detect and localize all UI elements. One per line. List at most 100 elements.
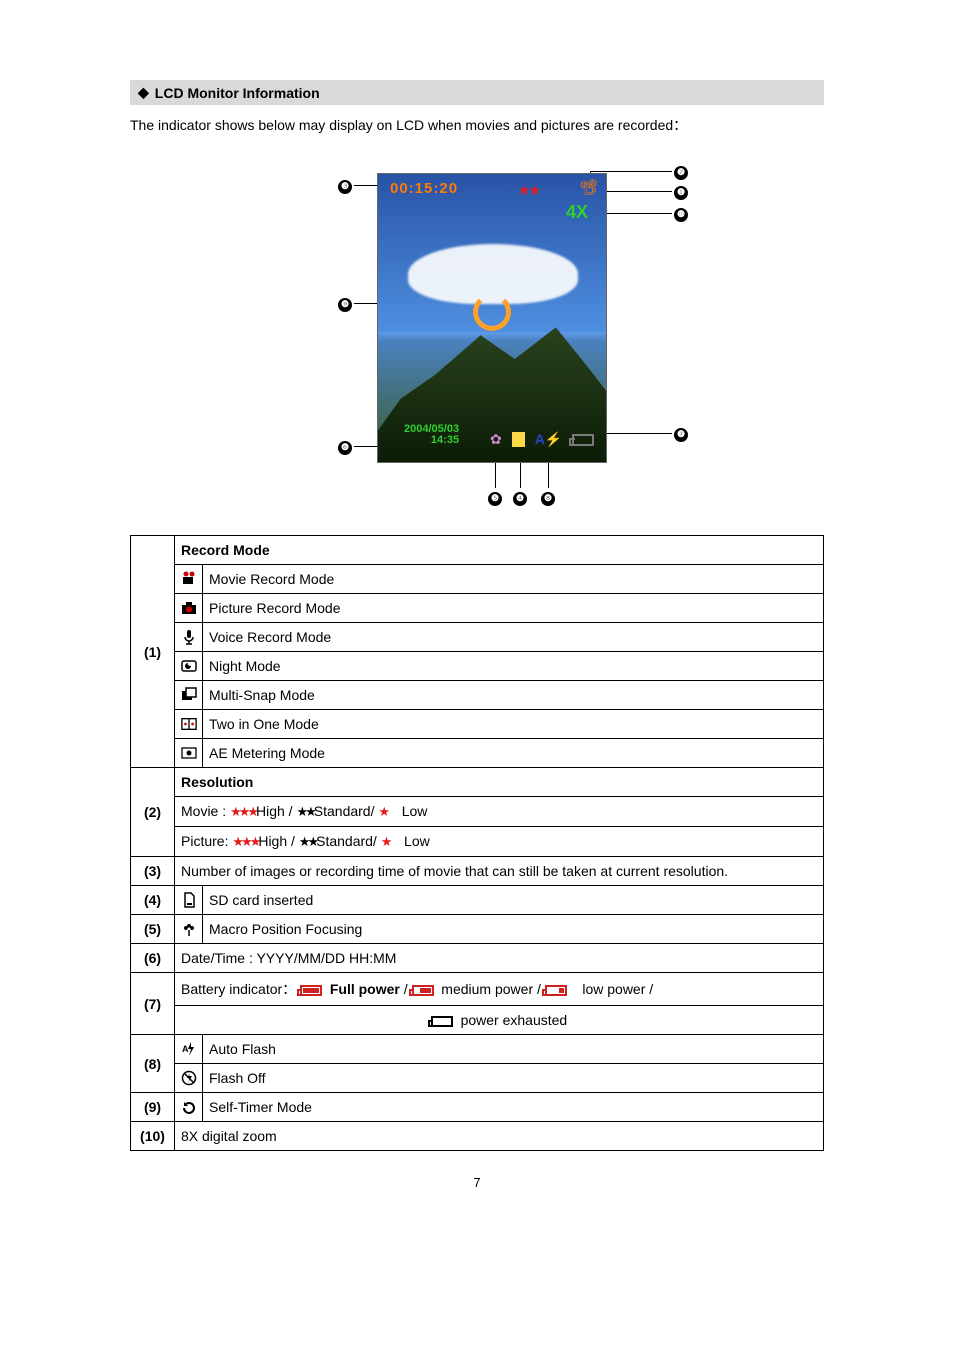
one-star-icon: ★ — [381, 834, 393, 849]
row-num: (9) — [131, 1093, 175, 1122]
camera-icon — [175, 594, 203, 623]
label: High / — [256, 803, 293, 819]
table-row: power exhausted — [131, 1006, 824, 1035]
two-star-icon: ★★ — [299, 834, 316, 849]
cell: Movie Record Mode — [203, 565, 824, 594]
table-row: Two in One Mode — [131, 710, 824, 739]
label: Battery indicator： — [181, 981, 296, 997]
table-row: (4) SD card inserted — [131, 886, 824, 915]
table-row: (8) A Auto Flash — [131, 1035, 824, 1064]
table-row: Movie Record Mode — [131, 565, 824, 594]
cell: SD card inserted — [203, 886, 824, 915]
label: Movie : — [181, 803, 226, 819]
overlay-bottom-row: ✿ A⚡ — [490, 431, 594, 448]
callout-9: ❾ — [338, 298, 352, 312]
cell: Picture Record Mode — [203, 594, 824, 623]
movie-mode-icon: 📽 — [579, 178, 598, 196]
indicators-table: (1) Record Mode Movie Record Mode Pictur… — [130, 535, 824, 1151]
row-num: (2) — [131, 768, 175, 857]
table-row: Flash Off — [131, 1064, 824, 1093]
label: Picture: — [181, 833, 228, 849]
intro-paragraph: The indicator shows below may display on… — [130, 109, 824, 153]
sd-icon — [512, 432, 525, 447]
callout-7: ❼ — [674, 428, 688, 442]
table-row: Movie : ★★★High / ★★Standard/ ★ Low — [131, 797, 824, 827]
flash-icon: A⚡ — [535, 431, 563, 448]
row-num: (1) — [131, 536, 175, 768]
overlay-zoom: 4X — [566, 202, 588, 223]
label: Low — [402, 803, 428, 819]
table-row: Picture: ★★★High / ★★Standard/ ★ Low — [131, 827, 824, 857]
flash-off-icon — [175, 1064, 203, 1093]
cell: Picture: ★★★High / ★★Standard/ ★ Low — [175, 827, 824, 857]
macro-icon: ✿ — [490, 431, 502, 448]
row-num: (6) — [131, 944, 175, 973]
row-num: (3) — [131, 857, 175, 886]
label: low power / — [582, 981, 653, 997]
diamond-icon: ◆ — [138, 84, 149, 101]
three-star-icon: ★★★ — [230, 804, 256, 819]
row-header: Resolution — [175, 768, 824, 797]
one-star-icon: ★ — [378, 804, 390, 819]
mic-icon — [175, 623, 203, 652]
row-num: (7) — [131, 973, 175, 1035]
table-row: (6) Date/Time : YYYY/MM/DD HH:MM — [131, 944, 824, 973]
cell: Macro Position Focusing — [203, 915, 824, 944]
table-row: Voice Record Mode — [131, 623, 824, 652]
multi-snap-icon — [175, 681, 203, 710]
label: Standard/ — [316, 833, 377, 849]
callout-1: ❶ — [674, 186, 688, 200]
label: power exhausted — [461, 1012, 568, 1028]
cell: Number of images or recording time of mo… — [175, 857, 824, 886]
cell: Flash Off — [203, 1064, 824, 1093]
two-in-one-icon — [175, 710, 203, 739]
table-row: (9) Self-Timer Mode — [131, 1093, 824, 1122]
overlay-time: 00:15:20 — [390, 180, 458, 197]
cell: Voice Record Mode — [203, 623, 824, 652]
row-num: (5) — [131, 915, 175, 944]
table-row: Night Mode — [131, 652, 824, 681]
cell: Self-Timer Mode — [203, 1093, 824, 1122]
cell: Date/Time : YYYY/MM/DD HH:MM — [175, 944, 824, 973]
cell: power exhausted — [175, 1006, 824, 1035]
table-row: (10) 8X digital zoom — [131, 1122, 824, 1151]
cell: Two in One Mode — [203, 710, 824, 739]
cell: Multi-Snap Mode — [203, 681, 824, 710]
callout-4: ❹ — [513, 492, 527, 506]
section-header: ◆ LCD Monitor Information — [130, 80, 824, 105]
label: High / — [258, 833, 295, 849]
lcd-figure: ❸ ❾ ❻ ❷ ❶ ❿ ❼ ❺ ❹ ❽ 00:15:20 ★★ 📽 4X — [130, 163, 824, 513]
overlay-stars: ★★ — [518, 182, 539, 199]
auto-flash-icon: A — [175, 1035, 203, 1064]
battery-icon — [572, 434, 594, 446]
battery-full-icon — [300, 985, 322, 996]
row-header: Record Mode — [175, 536, 824, 565]
self-timer-icon — [175, 1093, 203, 1122]
row-num: (4) — [131, 886, 175, 915]
ae-metering-icon — [175, 739, 203, 768]
overlay-datetime: 2004/05/03 14:35 — [404, 424, 459, 446]
sd-card-icon — [175, 886, 203, 915]
flower-icon — [175, 915, 203, 944]
battery-low-icon — [545, 985, 567, 996]
page-number: 7 — [130, 1175, 824, 1190]
callout-10: ❿ — [674, 208, 688, 222]
table-row: AE Metering Mode — [131, 739, 824, 768]
table-row: (5) Macro Position Focusing — [131, 915, 824, 944]
cell: 8X digital zoom — [175, 1122, 824, 1151]
table-row: Picture Record Mode — [131, 594, 824, 623]
spinner-icon — [473, 293, 511, 331]
row-num: (8) — [131, 1035, 175, 1093]
label: Full power — [330, 981, 400, 997]
lcd-screen: 00:15:20 ★★ 📽 4X 2004/05/03 14:35 ✿ A⚡ — [377, 173, 607, 463]
two-star-icon: ★★ — [296, 804, 313, 819]
table-row: (7) Battery indicator： Full power / medi… — [131, 973, 824, 1006]
three-star-icon: ★★★ — [232, 834, 258, 849]
callout-5: ❺ — [488, 492, 502, 506]
callout-2: ❷ — [674, 166, 688, 180]
callout-3: ❸ — [338, 180, 352, 194]
label: medium power / — [441, 981, 544, 997]
table-row: (2) Resolution — [131, 768, 824, 797]
section-title: LCD Monitor Information — [155, 85, 320, 101]
table-row: (1) Record Mode — [131, 536, 824, 565]
